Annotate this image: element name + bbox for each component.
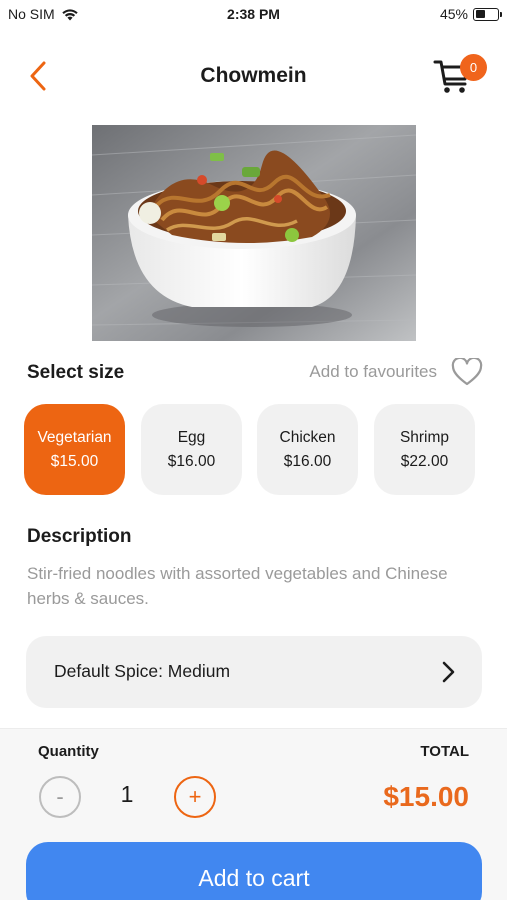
quantity-label: Quantity (38, 743, 99, 760)
size-option-name: Chicken (279, 428, 336, 446)
increase-quantity-button[interactable]: + (174, 776, 216, 818)
cart-count-badge: 0 (460, 54, 487, 81)
product-image (92, 125, 416, 341)
size-options: Vegetarian $15.00 Egg $16.00 Chicken $16… (24, 404, 484, 496)
size-option-name: Vegetarian (37, 428, 112, 446)
status-right: 45% (439, 6, 502, 22)
spice-selector[interactable]: Default Spice: Medium (26, 636, 482, 708)
description-heading: Description (27, 526, 132, 547)
nav-bar: Chowmein 0 (0, 50, 507, 104)
size-option-vegetarian[interactable]: Vegetarian $15.00 (24, 404, 125, 495)
total-label: TOTAL (420, 743, 469, 760)
size-option-name: Egg (177, 428, 206, 446)
description-text: Stir-fried noodles with assorted vegetab… (27, 564, 448, 608)
battery-icon (473, 7, 502, 21)
size-option-shrimp[interactable]: Shrimp $22.00 (374, 404, 475, 495)
add-to-cart-button[interactable]: Add to cart (26, 842, 482, 900)
decrease-quantity-button[interactable]: - (39, 776, 81, 818)
size-option-price: $16.00 (167, 452, 216, 470)
battery-percent: 45% (439, 6, 468, 22)
minus-icon: - (56, 784, 64, 809)
favourites-label: Add to favourites (309, 362, 437, 381)
size-option-price: $15.00 (50, 452, 99, 470)
size-option-price: $22.00 (400, 452, 449, 470)
add-to-favourites-button[interactable]: Add to favourites (309, 358, 483, 386)
chevron-right-icon (442, 661, 455, 683)
plus-icon: + (188, 784, 202, 809)
size-option-egg[interactable]: Egg $16.00 (141, 404, 242, 495)
page-title: Chowmein (200, 64, 307, 87)
size-option-price: $16.00 (283, 452, 332, 470)
quantity-value: 1 (120, 781, 134, 807)
status-time: 2:38 PM (227, 6, 280, 22)
size-option-name: Shrimp (399, 428, 450, 446)
heart-icon (451, 358, 483, 386)
select-size-heading: Select size (27, 362, 125, 383)
size-option-chicken[interactable]: Chicken $16.00 (257, 404, 358, 495)
total-value: $15.00 (383, 781, 469, 812)
status-bar: No SIM 2:38 PM 45% (0, 0, 507, 28)
spice-label: Default Spice: Medium (54, 661, 231, 681)
